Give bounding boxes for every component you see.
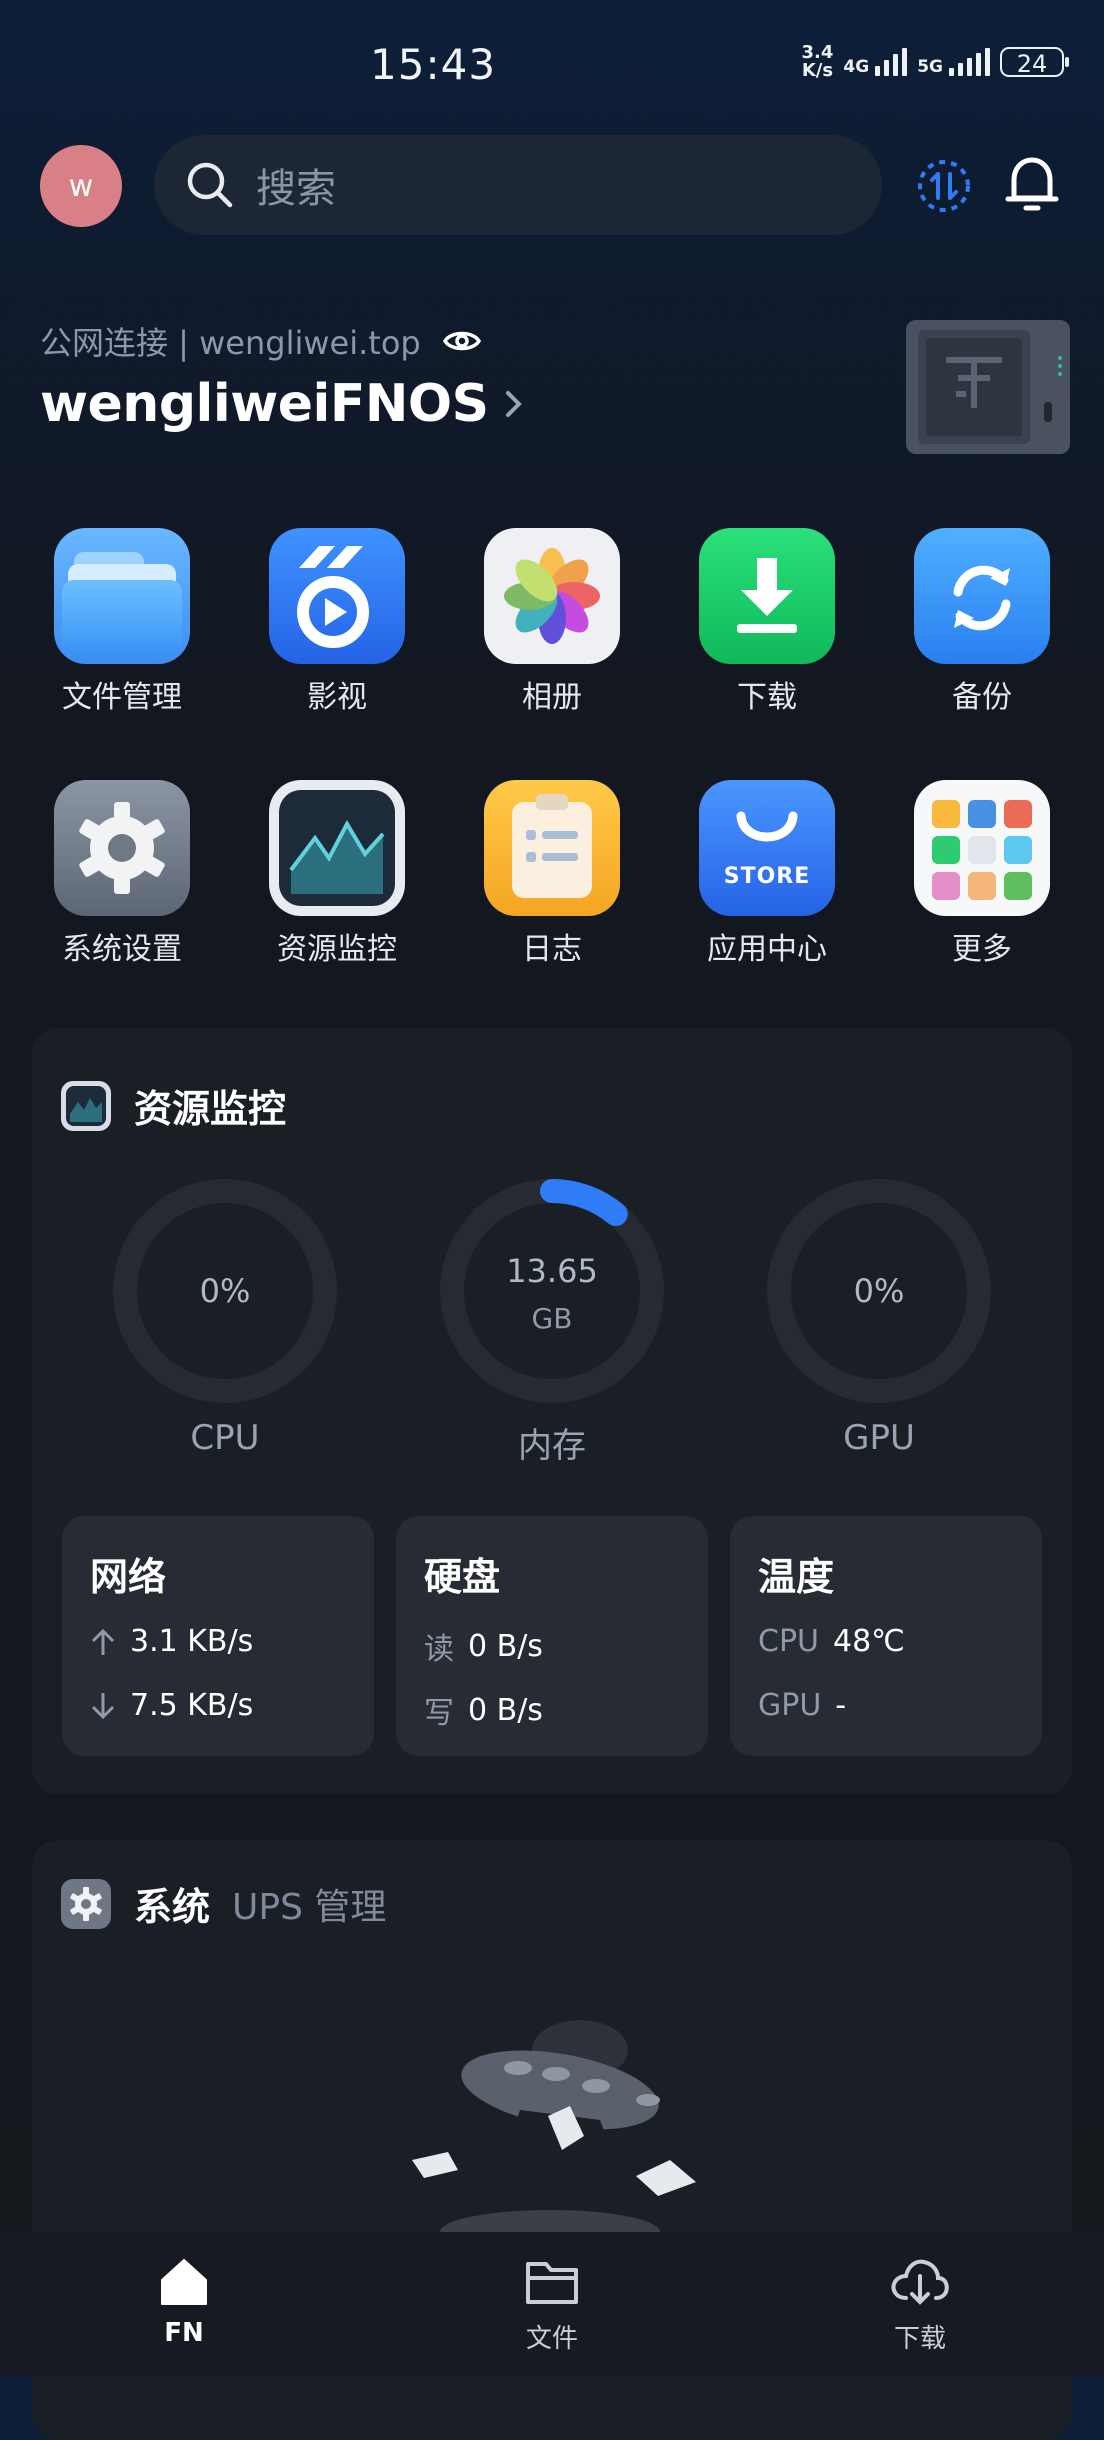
memory-unit: GB xyxy=(532,1302,573,1335)
avatar[interactable]: w xyxy=(40,145,122,227)
folder-icon xyxy=(54,528,190,664)
status-icons: 3.4 K/s 4G 5G 24 xyxy=(801,42,1069,81)
gpu-ring: 0% xyxy=(767,1179,991,1403)
network-card[interactable]: 网络 3.1 KB/s 7.5 KB/s xyxy=(62,1516,374,1756)
app-photos[interactable]: 相册 xyxy=(477,528,627,716)
arrow-down-icon xyxy=(91,1692,115,1719)
photos-icon xyxy=(484,528,620,664)
app-file-manager[interactable]: 文件管理 xyxy=(47,528,197,716)
system-title: 系统 xyxy=(134,1885,211,1929)
search-bar[interactable]: 搜索 xyxy=(154,135,882,235)
app-store[interactable]: STORE 应用中心 xyxy=(692,780,842,968)
resource-monitor-title: 资源监控 xyxy=(134,1087,287,1131)
app-log[interactable]: 日志 xyxy=(477,780,627,968)
store-icon: STORE xyxy=(699,780,835,916)
search-icon xyxy=(187,162,233,208)
monitor-icon xyxy=(61,1080,111,1131)
log-icon xyxy=(484,780,620,916)
network-up: 3.1 KB/s xyxy=(130,1624,254,1659)
bottom-tab-bar: FN 文件 下载 xyxy=(0,2232,1104,2376)
system-header: 系统 UPS 管理 xyxy=(60,1876,386,1931)
gpu-value: 0% xyxy=(854,1272,905,1310)
memory-ring: 13.65 GB xyxy=(440,1179,664,1403)
network-title: 网络 xyxy=(90,1555,167,1599)
connection-info: 公网连接 | wengliwei.top xyxy=(40,318,481,364)
empty-state-ufo-illustration xyxy=(412,2020,696,2232)
tab-files[interactable]: 文件 xyxy=(472,2254,632,2355)
home-icon xyxy=(161,2259,207,2305)
cpu-temp: 48℃ xyxy=(833,1624,905,1659)
settings-icon xyxy=(61,1878,111,1929)
memory-value: 13.65 xyxy=(506,1252,598,1290)
status-time: 15:43 xyxy=(370,40,497,89)
app-system-settings[interactable]: 系统设置 xyxy=(47,780,197,968)
signal-5g-icon: 5G xyxy=(917,48,990,76)
arrow-up-icon xyxy=(91,1628,115,1655)
nas-device-image xyxy=(906,320,1070,454)
cpu-value: 0% xyxy=(200,1272,251,1310)
folder-icon xyxy=(526,2262,578,2304)
search-placeholder: 搜索 xyxy=(256,166,336,212)
disk-title: 硬盘 xyxy=(424,1555,501,1599)
app-resource-monitor[interactable]: 资源监控 xyxy=(262,780,412,968)
chevron-right-icon xyxy=(505,391,522,417)
app-more[interactable]: 更多 xyxy=(907,780,1057,968)
more-icon xyxy=(914,780,1050,916)
bell-icon[interactable] xyxy=(1002,152,1062,218)
tab-fn[interactable]: FN xyxy=(104,2254,264,2348)
network-speed: 3.4 K/s xyxy=(801,42,834,81)
temperature-title: 温度 xyxy=(758,1555,835,1599)
gpu-temp: - xyxy=(835,1688,847,1723)
tab-downloads[interactable]: 下载 xyxy=(840,2254,1000,2355)
disk-card[interactable]: 硬盘 读0 B/s 写0 B/s xyxy=(396,1516,708,1756)
app-video[interactable]: 影视 xyxy=(262,528,412,716)
battery-icon: 24 xyxy=(1000,47,1069,78)
monitor-icon xyxy=(269,780,405,916)
app-download[interactable]: 下载 xyxy=(692,528,842,716)
connection-text: 公网连接 | wengliwei.top xyxy=(40,324,421,362)
eye-icon[interactable] xyxy=(442,327,481,355)
resource-monitor-header: 资源监控 xyxy=(60,1078,286,1133)
signal-4g-icon: 4G xyxy=(843,48,908,76)
video-icon xyxy=(269,528,405,664)
settings-icon xyxy=(54,780,190,916)
gpu-label: GPU xyxy=(843,1418,915,1458)
app-backup[interactable]: 备份 xyxy=(907,528,1057,716)
cpu-label: CPU xyxy=(190,1418,260,1458)
disk-write: 0 B/s xyxy=(468,1692,543,1728)
sync-icon[interactable] xyxy=(914,156,974,216)
disk-read: 0 B/s xyxy=(468,1628,543,1664)
tab-ups[interactable]: UPS 管理 xyxy=(232,1878,386,1930)
backup-icon xyxy=(914,528,1050,664)
download-icon xyxy=(699,528,835,664)
store-badge: STORE xyxy=(723,864,811,889)
network-down: 7.5 KB/s xyxy=(130,1688,254,1723)
temperature-card[interactable]: 温度 CPU 48℃ GPU - xyxy=(730,1516,1042,1756)
download-cloud-icon xyxy=(891,2259,949,2305)
cpu-ring: 0% xyxy=(113,1179,337,1403)
memory-label: 内存 xyxy=(518,1426,586,1466)
device-name-link[interactable]: wengliweiFNOS xyxy=(40,374,525,434)
device-name: wengliweiFNOS xyxy=(40,374,489,434)
